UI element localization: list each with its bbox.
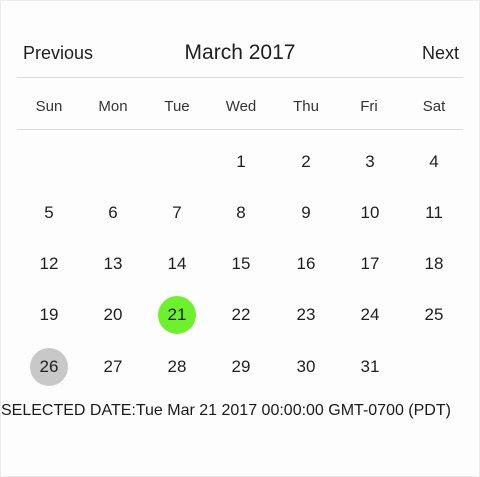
day-cell-13[interactable]: 13 [94,245,132,283]
day-cell-24[interactable]: 24 [351,296,389,334]
day-cell-12[interactable]: 12 [30,245,68,283]
day-cell-31[interactable]: 31 [351,348,389,386]
day-grid: 1 2 3 4 5 6 7 8 9 10 11 12 13 14 15 16 17 18 19 20 21 22 23 24 2… [1,1,480,401]
day-cell-19[interactable]: 19 [30,296,68,334]
day-cell-21[interactable]: 21 [158,296,196,334]
day-cell-4[interactable]: 4 [415,143,453,181]
day-cell-30[interactable]: 30 [287,348,325,386]
day-cell-17[interactable]: 17 [351,245,389,283]
day-cell-16[interactable]: 16 [287,245,325,283]
day-cell-15[interactable]: 15 [222,245,260,283]
day-cell-23[interactable]: 23 [287,296,325,334]
day-cell-6[interactable]: 6 [94,194,132,232]
day-cell-1[interactable]: 1 [222,143,260,181]
day-cell-7[interactable]: 7 [158,194,196,232]
day-cell-29[interactable]: 29 [222,348,260,386]
day-cell-27[interactable]: 27 [94,348,132,386]
day-cell-8[interactable]: 8 [222,194,260,232]
day-cell-20[interactable]: 20 [94,296,132,334]
day-cell-18[interactable]: 18 [415,245,453,283]
day-cell-2[interactable]: 2 [287,143,325,181]
day-cell-26[interactable]: 26 [30,348,68,386]
day-cell-14[interactable]: 14 [158,245,196,283]
day-cell-5[interactable]: 5 [30,194,68,232]
day-cell-10[interactable]: 10 [351,194,389,232]
calendar-widget: Previous March 2017 Next Sun Mon Tue Wed… [0,0,480,477]
day-cell-9[interactable]: 9 [287,194,325,232]
day-cell-22[interactable]: 22 [222,296,260,334]
day-cell-11[interactable]: 11 [415,194,453,232]
day-cell-28[interactable]: 28 [158,348,196,386]
selected-date-text: SELECTED DATE:Tue Mar 21 2017 00:00:00 G… [1,402,451,419]
day-cell-25[interactable]: 25 [415,296,453,334]
day-cell-3[interactable]: 3 [351,143,389,181]
